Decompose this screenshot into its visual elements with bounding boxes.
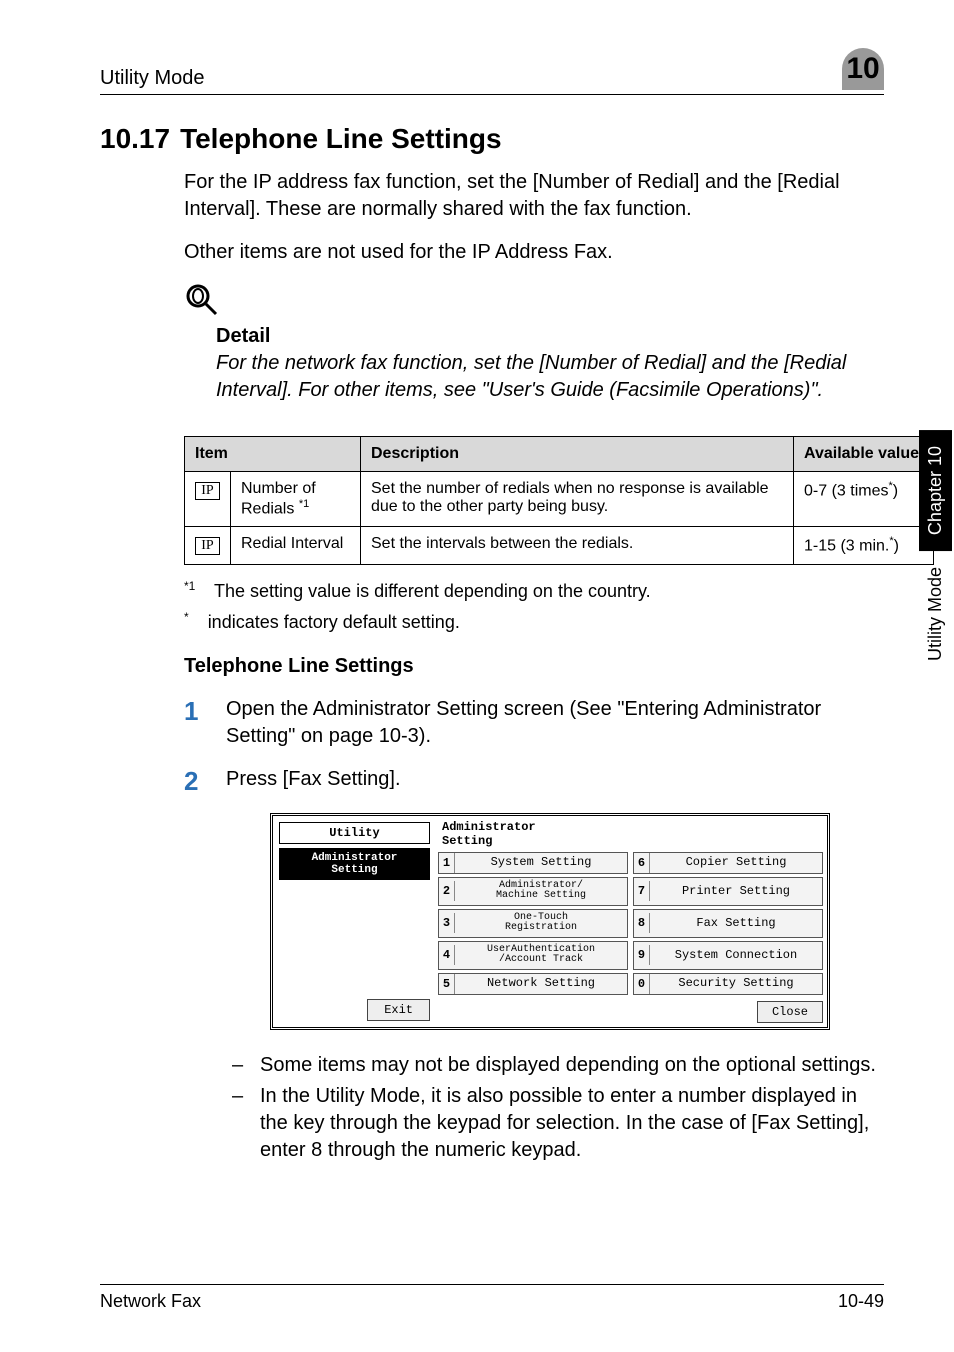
magnifier-icon xyxy=(184,282,884,323)
item-value-prefix: 1-15 (3 min. xyxy=(804,538,889,555)
lcd-btn-label: Network Setting xyxy=(455,974,627,993)
list-item: –In the Utility Mode, it is also possibl… xyxy=(232,1083,884,1164)
item-desc: Set the intervals between the redials. xyxy=(361,527,794,564)
intro-paragraph-1: For the IP address fax function, set the… xyxy=(184,169,884,223)
page-footer: Network Fax 10-49 xyxy=(100,1284,884,1312)
step-2-text: Press [Fax Setting]. xyxy=(226,766,884,793)
lcd-tab-utility[interactable]: Utility xyxy=(279,822,430,844)
th-description: Description xyxy=(361,437,794,472)
lcd-btn-label: Security Setting xyxy=(650,974,822,993)
lcd-btn-label: Copier Setting xyxy=(650,853,822,872)
chapter-badge-number: 10 xyxy=(846,52,879,86)
item-name: Redial Interval xyxy=(241,535,343,552)
sub-heading: Telephone Line Settings xyxy=(184,655,884,678)
th-item: Item xyxy=(185,437,361,472)
lcd-btn-copier-setting[interactable]: 6Copier Setting xyxy=(633,852,823,874)
footnote-1-mark: *1 xyxy=(184,579,195,593)
item-value-suffix: ) xyxy=(893,482,898,499)
lcd-btn-one-touch[interactable]: 3One-Touch Registration xyxy=(438,909,628,938)
list-item-text: Some items may not be displayed dependin… xyxy=(260,1052,876,1079)
footer-left: Network Fax xyxy=(100,1291,201,1312)
lcd-btn-no: 0 xyxy=(634,974,650,994)
lcd-btn-system-connection[interactable]: 9System Connection xyxy=(633,941,823,970)
step-1-number: 1 xyxy=(184,696,226,727)
item-desc: Set the number of redials when no respon… xyxy=(361,472,794,527)
chapter-corner-icon: 10 xyxy=(842,48,884,90)
table-row: IP Number of Redials *1 Set the number o… xyxy=(185,472,934,527)
lcd-btn-no: 5 xyxy=(439,974,455,994)
footnote-2-mark: * xyxy=(184,610,189,624)
list-item-text: In the Utility Mode, it is also possible… xyxy=(260,1083,884,1164)
lcd-btn-admin-machine[interactable]: 2Administrator/ Machine Setting xyxy=(438,877,628,906)
side-tabs: Chapter 10 Utility Mode xyxy=(916,430,954,667)
lcd-btn-printer-setting[interactable]: 7Printer Setting xyxy=(633,877,823,906)
lcd-close-button[interactable]: Close xyxy=(757,1001,823,1023)
list-item: –Some items may not be displayed dependi… xyxy=(232,1052,884,1079)
lcd-btn-fax-setting[interactable]: 8Fax Setting xyxy=(633,909,823,938)
lcd-btn-system-setting[interactable]: 1System Setting xyxy=(438,852,628,874)
step-1-text: Open the Administrator Setting screen (S… xyxy=(226,696,884,750)
detail-heading: Detail xyxy=(216,325,884,348)
lcd-btn-no: 9 xyxy=(634,945,650,965)
item-value-prefix: 0-7 (3 times xyxy=(804,482,888,499)
footnote-1: *1 The setting value is different depend… xyxy=(184,579,884,602)
lcd-btn-label: Administrator/ Machine Setting xyxy=(455,878,627,905)
lcd-btn-no: 3 xyxy=(439,913,455,933)
notes-list: –Some items may not be displayed dependi… xyxy=(232,1052,884,1164)
lcd-btn-security-setting[interactable]: 0Security Setting xyxy=(633,973,823,995)
lcd-exit-button[interactable]: Exit xyxy=(367,999,430,1021)
lcd-btn-network-setting[interactable]: 5Network Setting xyxy=(438,973,628,995)
lcd-btn-label: Printer Setting xyxy=(650,882,822,901)
running-header: Utility Mode 10 xyxy=(100,48,884,95)
lcd-screenshot: Utility Administrator Setting Exit Admin… xyxy=(270,813,830,1030)
ip-badge: IP xyxy=(195,537,219,555)
footnote-2: * indicates factory default setting. xyxy=(184,610,884,633)
lcd-btn-no: 4 xyxy=(439,945,455,965)
step-2: 2 Press [Fax Setting]. xyxy=(184,766,884,797)
settings-table: Item Description Available value IP Numb… xyxy=(184,436,934,565)
lcd-header: Administrator Setting xyxy=(438,820,823,849)
lcd-btn-label: System Connection xyxy=(650,946,822,965)
section-title: Telephone Line Settings xyxy=(180,123,502,154)
lcd-btn-label: UserAuthentication /Account Track xyxy=(455,942,627,969)
lcd-btn-label: Fax Setting xyxy=(650,914,822,933)
table-row: IP Redial Interval Set the intervals bet… xyxy=(185,527,934,564)
side-tab-mode: Utility Mode xyxy=(919,561,952,667)
lcd-btn-label: One-Touch Registration xyxy=(455,910,627,937)
item-value-suffix: ) xyxy=(894,538,899,555)
lcd-btn-no: 8 xyxy=(634,913,650,933)
lcd-tab-admin-setting[interactable]: Administrator Setting xyxy=(279,848,430,880)
section-number: 10.17 xyxy=(100,123,170,154)
running-header-title: Utility Mode xyxy=(100,67,204,90)
lcd-btn-user-auth[interactable]: 4UserAuthentication /Account Track xyxy=(438,941,628,970)
side-tab-chapter: Chapter 10 xyxy=(919,430,952,551)
lcd-btn-no: 6 xyxy=(634,853,650,873)
lcd-btn-label: System Setting xyxy=(455,853,627,872)
step-1: 1 Open the Administrator Setting screen … xyxy=(184,696,884,750)
lcd-btn-no: 2 xyxy=(439,881,455,901)
th-available: Available value xyxy=(794,437,934,472)
item-sup: *1 xyxy=(299,498,309,510)
lcd-btn-no: 7 xyxy=(634,881,650,901)
step-2-number: 2 xyxy=(184,766,226,797)
section-heading: 10.17 Telephone Line Settings xyxy=(100,123,884,155)
footnote-1-text: The setting value is different depending… xyxy=(214,581,651,601)
footnote-2-text: indicates factory default setting. xyxy=(208,612,460,632)
ip-badge: IP xyxy=(195,482,219,500)
footer-right: 10-49 xyxy=(838,1291,884,1312)
intro-paragraph-2: Other items are not used for the IP Addr… xyxy=(184,239,884,266)
lcd-btn-no: 1 xyxy=(439,853,455,873)
detail-text: For the network fax function, set the [N… xyxy=(216,350,874,404)
